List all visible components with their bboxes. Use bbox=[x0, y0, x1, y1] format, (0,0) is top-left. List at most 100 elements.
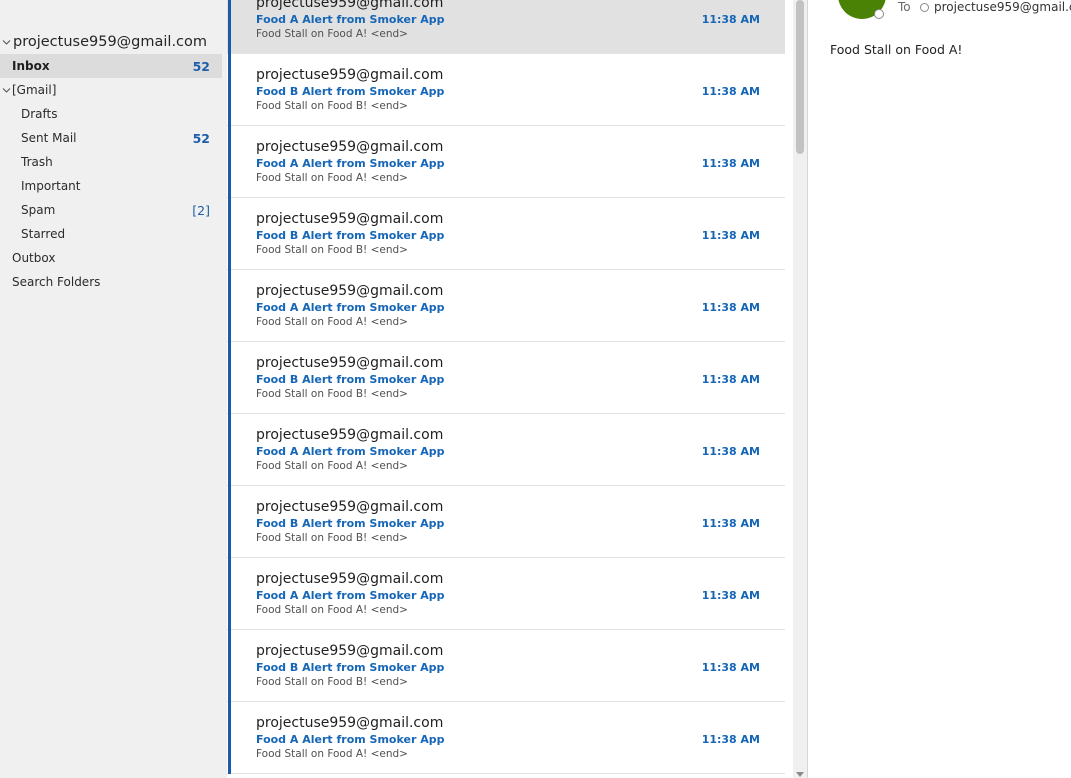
message-sender: projectuse959@gmail.com bbox=[256, 211, 444, 227]
message-time: 11:38 AM bbox=[701, 589, 760, 602]
message-subject: Food B Alert from Smoker App bbox=[256, 229, 445, 242]
message-time: 11:38 AM bbox=[701, 445, 760, 458]
folder-drafts[interactable]: Drafts bbox=[0, 102, 222, 126]
message-sender: projectuse959@gmail.com bbox=[256, 139, 444, 155]
folder-label: Search Folders bbox=[12, 275, 101, 289]
message-time: 11:38 AM bbox=[701, 157, 760, 170]
unread-count: 52 bbox=[192, 130, 210, 146]
scroll-down-arrow-icon[interactable] bbox=[796, 772, 804, 777]
message-time: 11:38 AM bbox=[701, 301, 760, 314]
message-row[interactable]: projectuse959@gmail.com Food A Alert from… bbox=[227, 126, 785, 198]
folder-spam[interactable]: Spam [2] bbox=[0, 198, 222, 222]
message-row[interactable]: projectuse959@gmail.com Food A Alert from… bbox=[227, 558, 785, 630]
folder-starred[interactable]: Starred bbox=[0, 222, 222, 246]
account-label: projectuse959@gmail.com bbox=[13, 34, 208, 50]
message-row[interactable]: projectuse959@gmail.com Food B Alert from… bbox=[227, 198, 785, 270]
message-preview: Food Stall on Food B! <end> bbox=[256, 388, 408, 400]
unread-indicator bbox=[228, 702, 231, 774]
recipient-chip[interactable]: projectuse959@gmail.com bbox=[920, 0, 1071, 14]
message-body: Food Stall on Food A! bbox=[830, 42, 963, 57]
message-subject: Food A Alert from Smoker App bbox=[256, 445, 445, 458]
message-sender: projectuse959@gmail.com bbox=[256, 499, 444, 515]
folder-label: Drafts bbox=[21, 107, 58, 121]
reading-pane: To projectuse959@gmail.com Food Stall on… bbox=[807, 0, 1071, 778]
message-list: projectuse959@gmail.com Food A Alert from… bbox=[227, 0, 793, 778]
message-subject: Food A Alert from Smoker App bbox=[256, 589, 445, 602]
message-subject: Food B Alert from Smoker App bbox=[256, 85, 445, 98]
message-sender: projectuse959@gmail.com bbox=[256, 715, 444, 731]
message-preview: Food Stall on Food B! <end> bbox=[256, 676, 408, 688]
message-time: 11:38 AM bbox=[701, 517, 760, 530]
message-time: 11:38 AM bbox=[701, 229, 760, 242]
message-sender: projectuse959@gmail.com bbox=[256, 427, 444, 443]
message-preview: Food Stall on Food A! <end> bbox=[256, 604, 408, 616]
message-row[interactable]: projectuse959@gmail.com Food A Alert from… bbox=[227, 270, 785, 342]
folder-outbox[interactable]: Outbox bbox=[0, 246, 222, 270]
unread-indicator bbox=[228, 342, 231, 414]
message-time: 11:38 AM bbox=[701, 733, 760, 746]
message-row[interactable]: projectuse959@gmail.com Food B Alert from… bbox=[227, 54, 785, 126]
message-row[interactable]: projectuse959@gmail.com Food A Alert from… bbox=[227, 414, 785, 486]
folder-gmail[interactable]: [Gmail] bbox=[0, 78, 222, 102]
folder-sent-mail[interactable]: Sent Mail 52 bbox=[0, 126, 222, 150]
message-preview: Food Stall on Food A! <end> bbox=[256, 172, 408, 184]
folder-label: Important bbox=[21, 179, 81, 193]
message-sender: projectuse959@gmail.com bbox=[256, 0, 444, 11]
folder-search-folders[interactable]: Search Folders bbox=[0, 270, 222, 294]
folder-inbox[interactable]: Inbox 52 bbox=[0, 54, 222, 78]
folder-label: Starred bbox=[21, 227, 66, 241]
folder-important[interactable]: Important bbox=[0, 174, 222, 198]
message-subject: Food A Alert from Smoker App bbox=[256, 301, 445, 314]
folder-pane: projectuse959@gmail.com Inbox 52 [Gmail]… bbox=[0, 0, 227, 778]
message-preview: Food Stall on Food B! <end> bbox=[256, 532, 408, 544]
message-preview: Food Stall on Food B! <end> bbox=[256, 244, 408, 256]
folder-label: Trash bbox=[21, 155, 53, 169]
folder-label: Inbox bbox=[12, 59, 50, 73]
unread-indicator bbox=[228, 486, 231, 558]
folder-label: Sent Mail bbox=[21, 131, 77, 145]
chevron-down-icon[interactable] bbox=[2, 38, 11, 46]
message-time: 11:38 AM bbox=[701, 373, 760, 386]
chevron-down-icon[interactable] bbox=[2, 86, 11, 94]
message-preview: Food Stall on Food A! <end> bbox=[256, 748, 408, 760]
unread-indicator bbox=[228, 0, 231, 54]
folder-label: Spam bbox=[21, 203, 56, 217]
unread-indicator bbox=[228, 414, 231, 486]
message-time: 11:38 AM bbox=[701, 661, 760, 674]
unread-indicator bbox=[228, 126, 231, 198]
to-label: To bbox=[898, 0, 911, 14]
message-preview: Food Stall on Food B! <end> bbox=[256, 100, 408, 112]
scrollbar-thumb[interactable] bbox=[796, 0, 804, 154]
unread-indicator bbox=[228, 198, 231, 270]
unread-count: 52 bbox=[192, 58, 210, 74]
presence-status-icon bbox=[874, 9, 884, 19]
message-row[interactable]: projectuse959@gmail.com Food A Alert from… bbox=[227, 702, 785, 774]
message-subject: Food B Alert from Smoker App bbox=[256, 373, 445, 386]
message-sender: projectuse959@gmail.com bbox=[256, 283, 444, 299]
message-sender: projectuse959@gmail.com bbox=[256, 67, 444, 83]
unread-indicator bbox=[228, 54, 231, 126]
presence-ring-icon bbox=[920, 2, 929, 12]
message-preview: Food Stall on Food A! <end> bbox=[256, 28, 408, 40]
message-subject: Food A Alert from Smoker App bbox=[256, 733, 445, 746]
message-subject: Food B Alert from Smoker App bbox=[256, 517, 445, 530]
folder-label: [Gmail] bbox=[12, 83, 57, 97]
message-sender: projectuse959@gmail.com bbox=[256, 643, 444, 659]
message-sender: projectuse959@gmail.com bbox=[256, 571, 444, 587]
account-row[interactable]: projectuse959@gmail.com bbox=[0, 31, 227, 53]
message-row[interactable]: projectuse959@gmail.com Food B Alert from… bbox=[227, 630, 785, 702]
recipient-address: projectuse959@gmail.com bbox=[934, 0, 1071, 14]
message-subject: Food B Alert from Smoker App bbox=[256, 661, 445, 674]
folder-label: Outbox bbox=[12, 251, 56, 265]
message-row[interactable]: projectuse959@gmail.com Food B Alert from… bbox=[227, 342, 785, 414]
message-list-scrollbar[interactable] bbox=[793, 0, 807, 778]
message-preview: Food Stall on Food A! <end> bbox=[256, 460, 408, 472]
message-time: 11:38 AM bbox=[701, 85, 760, 98]
message-sender: projectuse959@gmail.com bbox=[256, 355, 444, 371]
message-row[interactable]: projectuse959@gmail.com Food A Alert from… bbox=[227, 0, 785, 54]
message-subject: Food A Alert from Smoker App bbox=[256, 157, 445, 170]
message-subject: Food A Alert from Smoker App bbox=[256, 13, 445, 26]
message-row[interactable]: projectuse959@gmail.com Food B Alert from… bbox=[227, 486, 785, 558]
folder-trash[interactable]: Trash bbox=[0, 150, 222, 174]
unread-indicator bbox=[228, 270, 231, 342]
